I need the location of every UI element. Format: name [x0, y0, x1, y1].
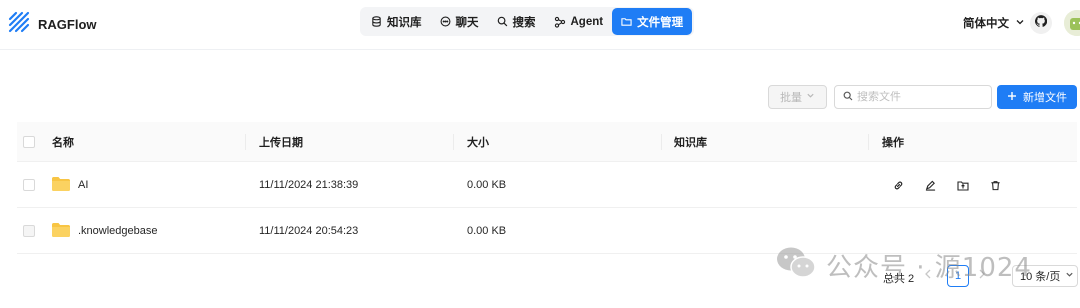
github-icon — [1034, 14, 1048, 32]
batch-label: 批量 — [780, 92, 802, 104]
row-checkbox[interactable] — [23, 179, 35, 191]
nav-item-search[interactable]: 搜索 — [488, 8, 545, 35]
row-select-cell[interactable] — [23, 162, 35, 208]
search-icon — [843, 88, 853, 106]
page-size-label: 10 条/页 — [1020, 271, 1061, 283]
row-checkbox[interactable] — [23, 225, 35, 237]
column-divider[interactable] — [453, 134, 454, 150]
chevron-down-icon — [1065, 270, 1074, 282]
add-file-button[interactable]: 新增文件 — [997, 85, 1077, 109]
delete-icon[interactable] — [990, 180, 1001, 191]
column-header-knowledge-base: 知识库 — [674, 137, 707, 149]
chevron-down-icon — [806, 91, 815, 103]
avatar[interactable] — [1064, 10, 1080, 36]
database-icon — [371, 16, 382, 27]
select-all-checkbox[interactable] — [23, 136, 35, 148]
current-page-button[interactable]: 1 — [947, 265, 969, 287]
page-size-select[interactable]: 10 条/页 — [1012, 265, 1078, 287]
nav-item-knowledge-base[interactable]: 知识库 — [362, 8, 431, 35]
size-cell: 0.00 KB — [467, 179, 507, 191]
brand[interactable]: RAGFlow — [8, 11, 97, 38]
plus-icon — [1007, 91, 1017, 104]
nav-item-chat[interactable]: 聊天 — [431, 8, 488, 35]
file-name[interactable]: AI — [78, 179, 88, 191]
github-button[interactable] — [1030, 12, 1052, 34]
nav-label: 文件管理 — [637, 16, 684, 29]
file-name-cell[interactable]: AI — [52, 162, 88, 208]
brand-name: RAGFlow — [38, 17, 97, 32]
nav-label: 聊天 — [455, 16, 479, 29]
table-row[interactable]: .knowledgebase 11/11/2024 20:54:23 0.00 … — [17, 208, 1077, 254]
top-header: RAGFlow 知识库 聊天 搜索 Agent 文件管理 简体中文 — [0, 0, 1080, 50]
column-header-actions: 操作 — [882, 137, 904, 149]
language-label: 简体中文 — [963, 18, 1009, 30]
previous-page-button[interactable] — [924, 269, 932, 282]
agent-icon — [554, 16, 566, 28]
select-all-cell[interactable] — [23, 122, 35, 162]
chevron-down-icon — [1015, 17, 1025, 30]
upload-date-cell: 11/11/2024 21:38:39 — [259, 179, 359, 191]
pagination-total: 总共 2 — [883, 273, 915, 285]
batch-dropdown[interactable]: 批量 — [768, 85, 827, 109]
link-icon[interactable] — [893, 180, 904, 191]
file-name[interactable]: .knowledgebase — [78, 225, 158, 237]
folder-icon — [621, 16, 632, 27]
add-file-label: 新增文件 — [1023, 92, 1067, 104]
search-input[interactable] — [857, 91, 987, 103]
move-to-folder-icon[interactable] — [957, 180, 969, 191]
column-divider[interactable] — [868, 134, 869, 150]
row-select-cell[interactable] — [23, 208, 35, 254]
column-header-size: 大小 — [467, 137, 489, 149]
main-nav: 知识库 聊天 搜索 Agent 文件管理 — [360, 7, 695, 36]
table-header: 名称 上传日期 大小 知识库 操作 — [17, 122, 1077, 162]
search-field[interactable] — [834, 85, 992, 109]
size-cell: 0.00 KB — [467, 225, 507, 237]
folder-icon — [52, 176, 70, 194]
ragflow-logo-icon — [8, 11, 30, 38]
column-divider[interactable] — [245, 134, 246, 150]
table-row[interactable]: AI 11/11/2024 21:38:39 0.00 KB — [17, 162, 1077, 208]
file-table: 名称 上传日期 大小 知识库 操作 AI 11/11/2024 21:38:39… — [17, 122, 1077, 254]
nav-label: 搜索 — [512, 16, 536, 29]
column-header-upload-date: 上传日期 — [259, 137, 303, 149]
chat-icon — [440, 16, 451, 27]
column-divider[interactable] — [661, 134, 662, 150]
actions-cell — [893, 162, 1001, 208]
edit-icon[interactable] — [925, 180, 936, 191]
nav-label: 知识库 — [387, 16, 422, 29]
chevron-right-icon — [978, 269, 986, 282]
nav-item-file-management[interactable]: 文件管理 — [612, 8, 693, 35]
nav-item-agent[interactable]: Agent — [545, 8, 613, 35]
language-selector[interactable]: 简体中文 — [963, 15, 1025, 31]
column-header-name: 名称 — [52, 137, 74, 149]
upload-date-cell: 11/11/2024 20:54:23 — [259, 225, 359, 237]
chevron-left-icon — [924, 269, 932, 282]
folder-icon — [52, 222, 70, 240]
search-icon — [497, 16, 508, 27]
file-name-cell[interactable]: .knowledgebase — [52, 208, 158, 254]
nav-label: Agent — [570, 15, 604, 28]
next-page-button[interactable] — [978, 269, 986, 282]
